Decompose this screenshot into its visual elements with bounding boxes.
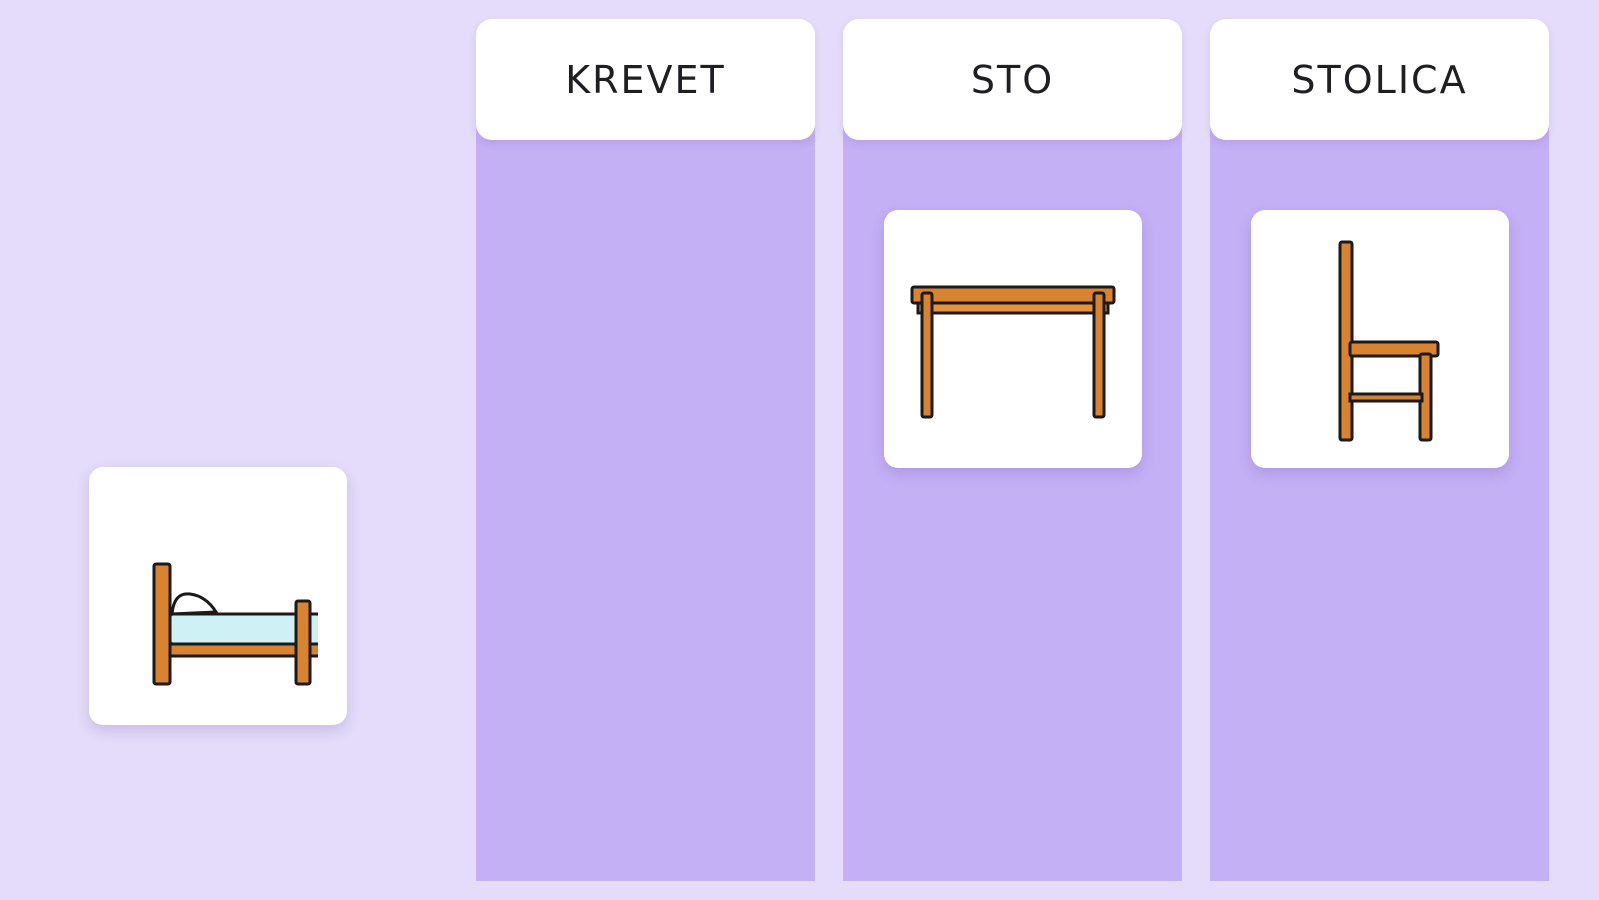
table-icon — [910, 285, 1116, 419]
column-header: STO — [843, 19, 1182, 140]
column-sto[interactable]: STO — [843, 19, 1182, 881]
bed-icon — [152, 562, 318, 686]
column-label: KREVET — [565, 57, 726, 102]
drop-zone-sto[interactable] — [843, 119, 1182, 881]
drop-zone-stolica[interactable] — [1210, 119, 1549, 881]
column-stolica[interactable]: STOLICA — [1210, 19, 1549, 881]
column-header: STOLICA — [1210, 19, 1549, 140]
column-header: KREVET — [476, 19, 815, 140]
bed-card[interactable] — [89, 467, 347, 725]
drop-zone-krevet[interactable] — [476, 119, 815, 881]
column-label: STO — [970, 57, 1055, 102]
column-krevet[interactable]: KREVET — [476, 19, 815, 881]
chair-card[interactable] — [1251, 210, 1509, 468]
table-card[interactable] — [884, 210, 1142, 468]
chair-icon — [1338, 240, 1440, 442]
column-label: STOLICA — [1291, 57, 1468, 102]
sorting-board: KREVET STO STOLICA — [0, 0, 1599, 900]
